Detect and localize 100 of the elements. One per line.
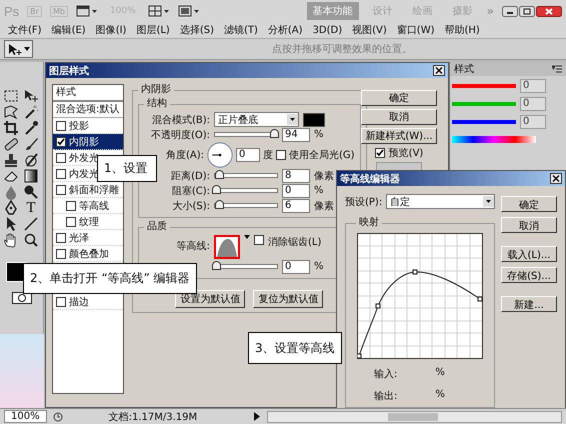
lasso-icon[interactable] xyxy=(3,104,19,120)
panel-tab[interactable]: 样式 xyxy=(454,62,474,76)
preset-dropdown[interactable]: 自定 xyxy=(386,194,495,209)
styles-header[interactable]: 样式 xyxy=(53,85,123,102)
checkbox[interactable] xyxy=(56,296,66,306)
crop-icon[interactable] xyxy=(3,120,19,136)
opacity-slider[interactable] xyxy=(214,132,278,137)
checkbox[interactable] xyxy=(56,248,66,258)
maximize-icon[interactable] xyxy=(519,6,535,16)
gradient-icon[interactable] xyxy=(23,168,39,184)
pen-icon[interactable] xyxy=(3,200,19,216)
horizontal-scrollbar[interactable] xyxy=(267,410,562,422)
checkbox[interactable] xyxy=(56,136,66,146)
effect-item[interactable]: 光泽 xyxy=(53,230,123,246)
noise-slider[interactable] xyxy=(214,264,278,269)
dialog-button[interactable]: 取消 xyxy=(361,109,437,125)
effect-item[interactable]: 内阴影 xyxy=(53,134,123,150)
scroll-thumb[interactable] xyxy=(388,412,438,420)
slider-thumb[interactable] xyxy=(212,261,221,270)
checkbox[interactable] xyxy=(276,150,286,160)
menu-item[interactable]: 视图(V) xyxy=(352,23,387,37)
blending-options-item[interactable]: 混合选项:默认 xyxy=(53,102,123,118)
screen-mode-icon[interactable] xyxy=(76,5,98,17)
dialog-button[interactable]: 确定 xyxy=(361,90,437,106)
type-tool[interactable]: T xyxy=(23,200,39,216)
arrange-documents-icon[interactable] xyxy=(148,5,170,17)
magic-wand-icon[interactable] xyxy=(23,104,39,120)
eyedropper-icon[interactable] xyxy=(23,120,39,136)
slider[interactable] xyxy=(214,173,278,178)
effect-item[interactable]: 纹理 xyxy=(53,214,123,230)
value-field[interactable]: 0 xyxy=(520,97,546,111)
menu-item[interactable]: 帮助(H) xyxy=(444,23,480,37)
zoom-icon[interactable] xyxy=(23,232,39,248)
dialog-button[interactable]: 取消 xyxy=(501,217,557,233)
menu-item[interactable]: 文件(F) xyxy=(8,23,42,37)
dialog-button[interactable]: 存储(S)... xyxy=(501,267,557,283)
angle-dial[interactable] xyxy=(207,142,233,168)
checkbox[interactable] xyxy=(254,235,264,245)
checkbox[interactable] xyxy=(56,232,66,242)
close-icon[interactable] xyxy=(433,65,445,76)
menu-item[interactable]: 图层(L) xyxy=(136,23,170,37)
value-field[interactable]: 8 xyxy=(282,168,310,182)
checkbox[interactable] xyxy=(374,148,385,158)
play-icon[interactable] xyxy=(253,412,262,421)
value-field[interactable]: 0 xyxy=(520,79,546,93)
blend-mode-dropdown[interactable]: 正片叠底 xyxy=(214,112,299,127)
color-slider[interactable] xyxy=(452,120,516,124)
menu-item[interactable]: 选择(S) xyxy=(180,23,214,37)
menu-item[interactable]: 窗口(W) xyxy=(396,23,434,37)
menu-item[interactable]: 3D(D) xyxy=(312,24,342,36)
dialog-button[interactable]: 新建样式(W)... xyxy=(361,128,437,144)
default-button[interactable]: 设置为默认值 xyxy=(175,290,246,308)
stamp-icon[interactable] xyxy=(3,152,19,168)
minimize-icon[interactable] xyxy=(502,6,518,16)
caret-icon[interactable] xyxy=(244,235,250,239)
color-slider[interactable] xyxy=(452,84,516,88)
checkbox[interactable] xyxy=(56,152,66,162)
menu-item[interactable]: 滤镜(T) xyxy=(224,23,258,37)
line-icon[interactable] xyxy=(23,216,39,232)
zoom-field[interactable]: 100% xyxy=(4,410,47,423)
value-field[interactable]: 0 xyxy=(520,115,546,129)
dodge-icon[interactable] xyxy=(23,184,39,200)
quick-mask-icon[interactable] xyxy=(12,292,32,304)
effect-item[interactable]: 等高线 xyxy=(53,198,123,214)
close-icon[interactable] xyxy=(536,6,562,16)
dialog-button[interactable]: 新建... xyxy=(501,296,557,312)
shadow-color-swatch[interactable] xyxy=(303,112,325,126)
slider[interactable] xyxy=(214,203,278,208)
menu-item[interactable]: 图像(I) xyxy=(96,23,126,37)
dialog-button[interactable]: 载入(L)... xyxy=(501,246,557,262)
slider-thumb[interactable] xyxy=(270,129,280,138)
checkbox[interactable] xyxy=(56,184,66,194)
menu-item[interactable]: 分析(A) xyxy=(268,23,303,37)
screen-frame-icon[interactable] xyxy=(178,5,200,17)
opacity-field[interactable]: 94 xyxy=(282,128,310,142)
marquee-icon[interactable] xyxy=(3,88,19,104)
slider[interactable] xyxy=(214,188,278,193)
checkbox[interactable] xyxy=(56,120,66,130)
checkbox[interactable] xyxy=(66,200,76,210)
slider-thumb[interactable] xyxy=(215,200,224,209)
angle-field[interactable]: 0 xyxy=(236,148,260,162)
slider-thumb[interactable] xyxy=(215,170,224,179)
move-icon[interactable] xyxy=(23,88,39,104)
checkbox[interactable] xyxy=(56,168,66,178)
slider-thumb[interactable] xyxy=(212,185,221,194)
curve-graph[interactable] xyxy=(357,233,483,359)
dialog-button[interactable]: 确定 xyxy=(501,196,557,212)
menu-item[interactable]: 编辑(E) xyxy=(52,23,86,37)
default-button[interactable]: 复位为默认值 xyxy=(253,290,324,308)
effect-item[interactable]: 颜色叠加 xyxy=(53,246,123,262)
tool-preset-picker[interactable] xyxy=(4,40,33,58)
value-field[interactable]: 0 xyxy=(282,184,310,198)
close-icon[interactable] xyxy=(550,173,562,184)
panel-menu-icon[interactable] xyxy=(552,65,562,73)
checkbox[interactable] xyxy=(66,216,76,226)
color-slider[interactable] xyxy=(452,102,516,106)
color-spectrum[interactable] xyxy=(452,136,536,143)
brush-icon[interactable] xyxy=(23,136,39,152)
contour-picker[interactable] xyxy=(214,235,240,259)
noise-field[interactable]: 0 xyxy=(282,260,310,274)
